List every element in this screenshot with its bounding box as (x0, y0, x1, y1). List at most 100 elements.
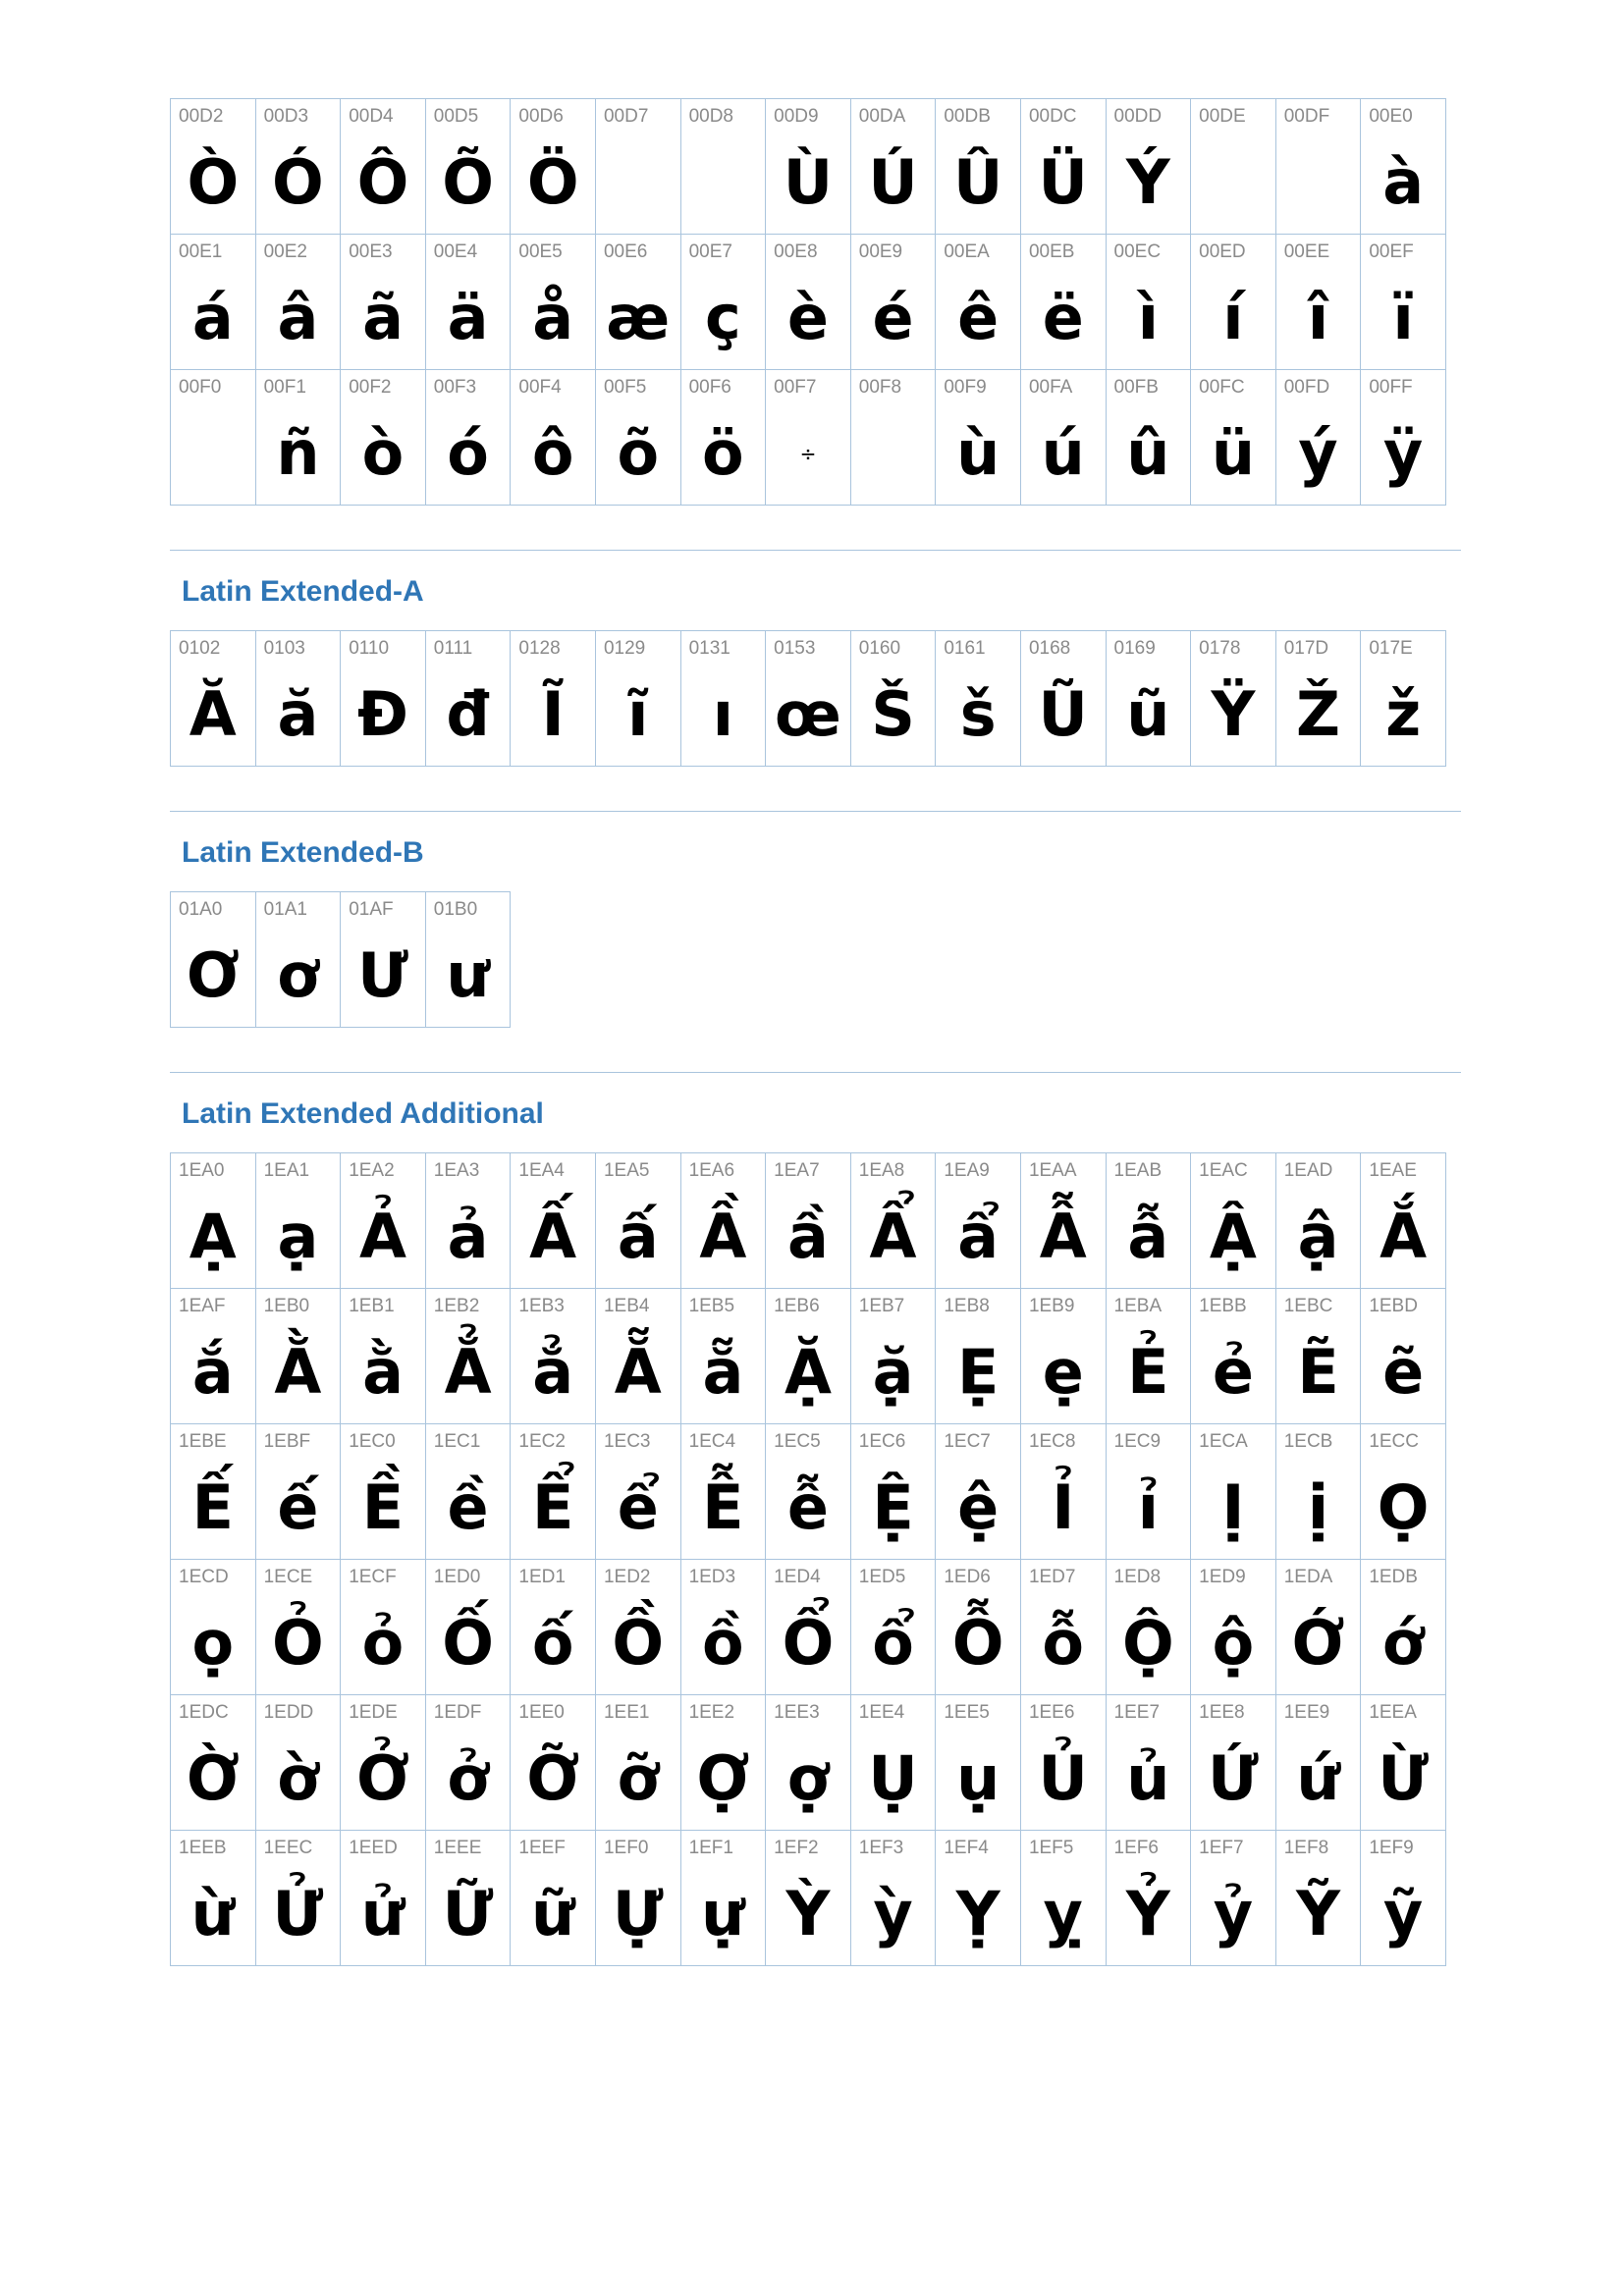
glyph-sample: ï (1392, 282, 1414, 353)
glyph-sample: Ÿ (1211, 678, 1256, 750)
glyph-sample: ỵ (1043, 1878, 1083, 1949)
glyph-sample: Ó (272, 146, 324, 218)
glyph-grid: 00D2 Ò 00D3 Ó 00D4 Ô 00D5 Õ 00D6 Ö 00D7 00D8 00D9 Ù 00… (170, 98, 1446, 506)
glyph-sample: ữ (531, 1878, 575, 1949)
codepoint-label: 1EAB (1113, 1160, 1163, 1181)
codepoint-label: 01A1 (263, 899, 307, 920)
glyph-sample (681, 138, 766, 227)
glyph-cell: 1EEA Ừ (1361, 1695, 1446, 1831)
glyph-cell: 00D8 (680, 99, 767, 235)
glyph-cell: 00F9 ù (936, 370, 1021, 506)
codepoint-label: 1EAA (1028, 1160, 1077, 1181)
glyph-cell: 0102 Ă (171, 631, 256, 767)
codepoint-label: 00DC (1028, 106, 1077, 127)
glyph-cell: 1EE8 Ứ (1191, 1695, 1276, 1831)
glyph-cell: 00D5 Õ (425, 99, 512, 235)
glyph-cell: 1EAA Ẫ (1020, 1153, 1107, 1289)
glyph-sample: Ằ (274, 1336, 322, 1408)
glyph-sample: Ầ (699, 1201, 747, 1272)
glyph-sample: â (277, 282, 319, 353)
glyph-cell: 1ECF ỏ (341, 1560, 426, 1695)
codepoint-label: 1EC7 (944, 1431, 991, 1452)
glyph-sample: ễ (786, 1471, 829, 1543)
glyph-sample: Ú (868, 146, 918, 218)
glyph-cell: 00E8 è (766, 235, 851, 370)
codepoint-label: 1EDD (263, 1702, 314, 1723)
glyph-sample: ỏ (361, 1607, 405, 1679)
glyph-cell: 1EC0 Ề (341, 1424, 426, 1560)
glyph-sample: ô (531, 417, 574, 489)
codepoint-label: 00F4 (518, 377, 562, 398)
glyph-cell: 1EF5 ỵ (1020, 1831, 1107, 1966)
glyph-sample: Ž (1296, 678, 1340, 750)
glyph-cell: 00DA Ú (850, 99, 937, 235)
glyph-sample: Ẵ (614, 1336, 662, 1408)
glyph-row: 1ECD ọ 1ECE Ỏ 1ECF ỏ 1ED0 Ố 1ED1 ố 1ED2 Ồ 1ED3 ồ 1ED4 Ổ… (171, 1560, 1446, 1695)
codepoint-label: 1EC9 (1113, 1431, 1162, 1452)
codepoint-label: 1ECB (1283, 1431, 1333, 1452)
glyph-cell: 1ED9 ộ (1191, 1560, 1276, 1695)
glyph-sample: Ẳ (444, 1336, 492, 1408)
glyph-sample: ậ (1297, 1201, 1339, 1272)
glyph-cell: 1EDC Ờ (171, 1695, 256, 1831)
codepoint-label: 1EDF (433, 1702, 482, 1723)
codepoint-label: 1ECD (179, 1567, 229, 1587)
glyph-sample: Ü (1038, 146, 1088, 218)
codepoint-label: 00E9 (858, 241, 903, 262)
glyph-row: 1EBE Ế 1EBF ế 1EC0 Ề 1EC1 ề 1EC2 Ể 1EC3 ể 1EC4 Ễ 1EC5 ễ… (171, 1424, 1446, 1560)
codepoint-label: 00FD (1283, 377, 1330, 398)
codepoint-label: 1ED7 (1028, 1567, 1076, 1587)
glyph-sample: ẩ (957, 1201, 1000, 1272)
codepoint-label: 1EF3 (858, 1838, 904, 1858)
glyph-cell: 00DF (1275, 99, 1362, 235)
codepoint-label: 00EC (1113, 241, 1162, 262)
glyph-cell: 1EF0 Ự (595, 1831, 681, 1966)
glyph-cell: 1EB6 Ặ (766, 1289, 851, 1424)
glyph-sample: í (1222, 282, 1244, 353)
glyph-sample: Ỏ (272, 1607, 324, 1679)
glyph-cell: 1EAB ẫ (1106, 1153, 1192, 1289)
codepoint-label: 1EB0 (263, 1296, 310, 1316)
codepoint-label: 1EDA (1283, 1567, 1333, 1587)
glyph-cell: 00D7 (595, 99, 681, 235)
glyph-sample: Ữ (442, 1878, 494, 1949)
glyph-sample: Ậ (1209, 1201, 1257, 1272)
codepoint-label: 0153 (774, 638, 816, 659)
glyph-cell: 1EC2 Ể (511, 1424, 596, 1560)
glyph-cell: 00EE î (1275, 235, 1362, 370)
section-heading: Latin Extended-A (182, 575, 424, 608)
codepoint-label: 1EC1 (433, 1431, 481, 1452)
codepoint-label: 1EA2 (349, 1160, 395, 1181)
codepoint-label: 1EE4 (858, 1702, 905, 1723)
codepoint-label: 00DD (1113, 106, 1163, 127)
codepoint-label: 00D6 (518, 106, 564, 127)
codepoint-label: 0111 (433, 638, 473, 659)
codepoint-label: 1EA1 (263, 1160, 310, 1181)
glyph-sample: Ấ (529, 1201, 577, 1272)
glyph-sample: ư (446, 939, 490, 1011)
glyph-cell: 00F6 ö (680, 370, 767, 506)
glyph-cell: 00E6 æ (595, 235, 681, 370)
codepoint-label: 1EDC (179, 1702, 229, 1723)
codepoint-label: 1EBF (263, 1431, 311, 1452)
glyph-cell: 1EBB ẻ (1191, 1289, 1276, 1424)
glyph-sample: Đ (357, 678, 408, 750)
glyph-cell: 1ECD ọ (171, 1560, 256, 1695)
glyph-sample: ë (1042, 282, 1084, 353)
glyph-cell: 01A0 Ơ (171, 892, 256, 1028)
glyph-cell: 00FA ú (1020, 370, 1107, 506)
glyph-cell: 01A1 ơ (255, 892, 342, 1028)
glyph-sample: Ù (783, 146, 834, 218)
glyph-sample: Ẽ (1297, 1336, 1339, 1408)
glyph-row: 01A0 Ơ 01A1 ơ 01AF Ư 01B0 ư (171, 892, 512, 1028)
codepoint-label: 00F3 (433, 377, 477, 398)
glyph-sample: ồ (702, 1607, 744, 1679)
codepoint-label: 00D9 (774, 106, 819, 127)
codepoint-label: 1EC0 (349, 1431, 396, 1452)
glyph-sample: š (959, 678, 997, 750)
glyph-cell: 1EB7 ặ (850, 1289, 937, 1424)
codepoint-label: 1EEA (1369, 1702, 1417, 1723)
glyph-sample: ẽ (1382, 1336, 1425, 1408)
glyph-row: 1EEB ừ 1EEC Ử 1EED ử 1EEE Ữ 1EEF ữ 1EF0 Ự 1EF1 ự 1EF2 Ỳ… (171, 1831, 1446, 1966)
codepoint-label: 0129 (603, 638, 646, 659)
